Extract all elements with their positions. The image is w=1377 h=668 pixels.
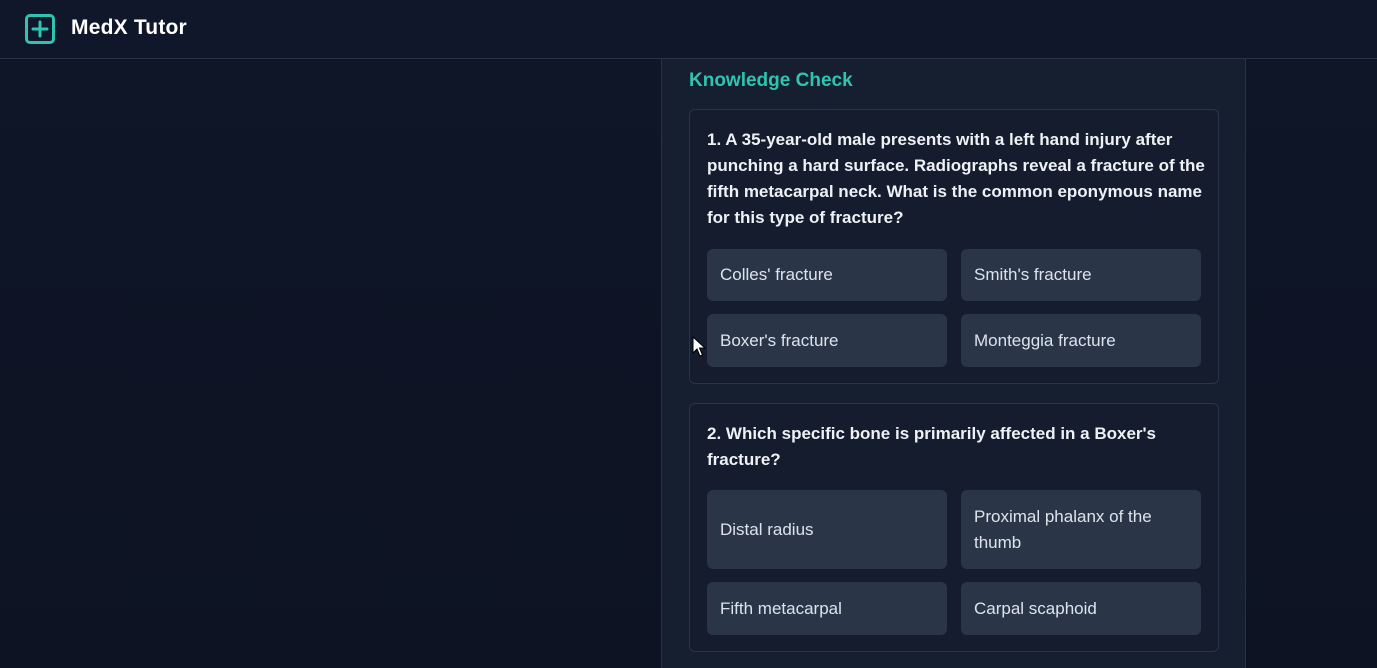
question-text-2: 2. Which specific bone is primarily affe…: [707, 424, 1157, 469]
knowledge-check-panel: Knowledge Check 1. A 35-year-old male pr…: [661, 59, 1246, 668]
answer-option-carpal-scaphoid[interactable]: Carpal scaphoid: [961, 582, 1201, 635]
question-text-1: 1. A 35-year-old male presents with a le…: [707, 130, 1205, 227]
section-title: Knowledge Check: [689, 70, 853, 91]
question-card-2: 2. Which specific bone is primarily affe…: [689, 403, 1219, 652]
answer-option-boxers[interactable]: Boxer's fracture: [707, 314, 947, 367]
app-header: MedX Tutor: [0, 0, 1377, 59]
answer-option-monteggia[interactable]: Monteggia fracture: [961, 314, 1201, 367]
answer-option-fifth-metacarpal[interactable]: Fifth metacarpal: [707, 582, 947, 635]
answer-option-smiths[interactable]: Smith's fracture: [961, 249, 1201, 301]
app-title: MedX Tutor: [71, 16, 187, 39]
answer-option-colles[interactable]: Colles' fracture: [707, 249, 947, 301]
answer-option-proximal-phalanx[interactable]: Proximal phalanx of the thumb: [961, 490, 1201, 569]
plus-square-icon: [25, 14, 55, 44]
answer-option-distal-radius[interactable]: Distal radius: [707, 490, 947, 569]
mouse-cursor-icon: [692, 335, 707, 363]
question-card-1: 1. A 35-year-old male presents with a le…: [689, 109, 1219, 384]
